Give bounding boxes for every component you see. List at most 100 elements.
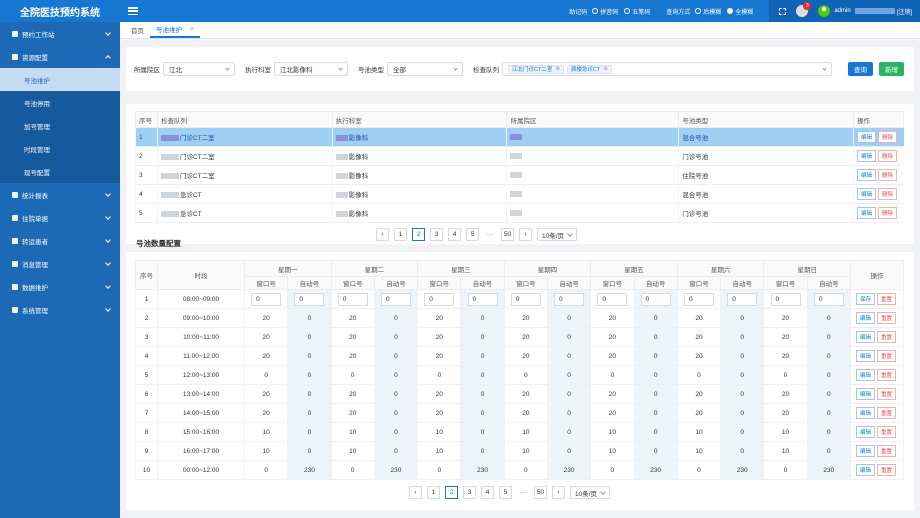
save-button[interactable]: 保存 — [855, 293, 875, 305]
window-count-input[interactable]: 0 — [597, 292, 628, 306]
page-button[interactable]: 4 — [448, 228, 461, 241]
pool-type-select[interactable]: 全部 — [387, 62, 463, 76]
edit-button[interactable]: 编辑 — [855, 407, 875, 419]
window-count-input[interactable]: 0 — [251, 292, 282, 306]
sidebar-item-7[interactable]: 数据维护 — [0, 275, 120, 298]
sidebar-subitem-3[interactable]: 加号管理 — [0, 114, 120, 137]
sidebar-item-2[interactable]: 资源配置 — [0, 45, 120, 68]
user-avatar-icon[interactable] — [818, 5, 831, 17]
window-count-input[interactable]: 0 — [424, 292, 455, 306]
memo-option-2[interactable]: 五笔码 — [624, 7, 650, 16]
queue-multiselect[interactable]: 江北门诊CT二室 ⊗ 颜楼急诊CT ⊗ — [502, 62, 832, 76]
sidebar-subitem-5[interactable]: 现号配置 — [0, 160, 120, 183]
tab-1[interactable]: 首页 — [125, 22, 150, 38]
queue-tag-2[interactable]: 颜楼急诊CT ⊗ — [566, 64, 612, 74]
sidebar-subitem-2[interactable]: 号池停用 — [0, 91, 120, 114]
reset-button[interactable]: 重置 — [877, 331, 897, 343]
page-button[interactable]: 5 — [466, 228, 479, 241]
edit-button[interactable]: 编辑 — [856, 169, 876, 181]
delete-button[interactable]: 删除 — [877, 188, 897, 200]
edit-button[interactable]: 编辑 — [856, 207, 876, 219]
page-button[interactable]: 2 — [445, 486, 458, 499]
reset-button[interactable]: 重置 — [877, 312, 897, 324]
sidebar-subitem-1[interactable]: 号池维护 — [0, 68, 120, 91]
edit-button[interactable]: 编辑 — [855, 369, 875, 381]
delete-button[interactable]: 删除 — [877, 169, 897, 181]
sidebar-item-8[interactable]: 系统管理 — [0, 298, 120, 321]
edit-button[interactable]: 编辑 — [855, 388, 875, 400]
table-row[interactable]: 1 门诊CT二室 影像科 混合号池 编辑 删除 — [135, 127, 904, 147]
district-select[interactable]: 江北 — [163, 62, 235, 76]
page-button[interactable]: 2 — [412, 228, 425, 241]
delete-button[interactable]: 删除 — [877, 150, 897, 162]
reset-button[interactable]: 重置 — [877, 407, 897, 419]
window-count-input[interactable]: 0 — [770, 292, 801, 306]
notification-bell-icon[interactable]: 3 — [796, 2, 812, 17]
reset-button[interactable]: 重置 — [877, 426, 897, 438]
auto-count-input[interactable]: 0 — [294, 292, 325, 306]
page-button[interactable]: 1 — [427, 486, 440, 499]
auto-count-input[interactable]: 0 — [380, 292, 411, 306]
page-button[interactable]: 3 — [430, 228, 443, 241]
sidebar-item-5[interactable]: 转运患者 — [0, 229, 120, 252]
page-button[interactable]: 4 — [481, 486, 494, 499]
sidebar-item-4[interactable]: 住院单据 — [0, 206, 120, 229]
auto-count-input[interactable]: 0 — [813, 292, 844, 306]
table-row[interactable]: 4 急诊CT 影像科 混合号池 编辑 删除 — [135, 184, 904, 204]
page-size-select[interactable]: 10条/页 — [570, 486, 611, 499]
prev-page-button[interactable]: ‹ — [376, 228, 389, 241]
edit-button[interactable]: 编辑 — [856, 188, 876, 200]
queue-tag-1[interactable]: 江北门诊CT二室 ⊗ — [508, 64, 564, 74]
page-button[interactable]: 50 — [501, 228, 514, 241]
sidebar-item-3[interactable]: 统计报表 — [0, 183, 120, 206]
edit-button[interactable]: 编辑 — [855, 464, 875, 476]
query-option-1[interactable]: 后模糊 — [695, 7, 721, 16]
delete-button[interactable]: 删除 — [877, 131, 897, 143]
dept-select[interactable]: 江北影像科 — [274, 62, 348, 76]
next-page-button[interactable]: › — [519, 228, 532, 241]
tag-close-icon[interactable]: ⊗ — [603, 66, 608, 72]
table-row[interactable]: 2 门诊CT二室 影像科 门诊号池 编辑 删除 — [135, 146, 904, 166]
reset-button[interactable]: 重置 — [877, 369, 897, 381]
edit-button[interactable]: 编辑 — [855, 426, 875, 438]
tag-close-icon[interactable]: ⊗ — [555, 66, 560, 72]
prev-page-button[interactable]: ‹ — [409, 486, 422, 499]
fullscreen-icon[interactable] — [779, 7, 787, 15]
edit-button[interactable]: 编辑 — [855, 312, 875, 324]
table-row[interactable]: 5 急诊CT 影像科 门诊号池 编辑 删除 — [135, 203, 904, 223]
page-button[interactable]: 1 — [394, 228, 407, 241]
sidebar-subitem-4[interactable]: 时段管理 — [0, 137, 120, 160]
window-count-input[interactable]: 0 — [510, 292, 541, 306]
page-button[interactable]: 50 — [534, 486, 547, 499]
search-button[interactable]: 查询 — [848, 62, 873, 76]
page-button[interactable]: 3 — [463, 486, 476, 499]
sidebar-item-1[interactable]: 预约工作站 — [0, 22, 120, 45]
edit-button[interactable]: 编辑 — [856, 131, 876, 143]
reset-button[interactable]: 重置 — [877, 388, 897, 400]
next-page-button[interactable]: › — [552, 486, 565, 499]
auto-count-input[interactable]: 0 — [554, 292, 585, 306]
reset-button[interactable]: 重置 — [877, 350, 897, 362]
window-count-input[interactable]: 0 — [683, 292, 714, 306]
logout-link[interactable]: [注销] — [897, 7, 912, 16]
table-row[interactable]: 3 门诊CT二室 影像科 住院号池 编辑 删除 — [135, 165, 904, 185]
reset-button[interactable]: 重置 — [877, 445, 897, 457]
page-button[interactable]: 5 — [499, 486, 512, 499]
close-icon[interactable]: × — [190, 26, 194, 33]
memo-option-1[interactable]: 拼音码 — [592, 7, 618, 16]
add-button[interactable]: 新增 — [879, 62, 904, 76]
delete-button[interactable]: 删除 — [877, 207, 897, 219]
edit-button[interactable]: 编辑 — [855, 350, 875, 362]
tab-2[interactable]: 号池维护 × — [150, 22, 201, 38]
auto-count-input[interactable]: 0 — [727, 292, 758, 306]
auto-count-input[interactable]: 0 — [640, 292, 671, 306]
sidebar-item-6[interactable]: 消息管理 — [0, 252, 120, 275]
reset-button[interactable]: 重置 — [877, 464, 897, 476]
window-count-input[interactable]: 0 — [337, 292, 368, 306]
auto-count-input[interactable]: 0 — [467, 292, 498, 306]
edit-button[interactable]: 编辑 — [855, 445, 875, 457]
page-size-select[interactable]: 10条/页 — [537, 228, 578, 241]
reset-button[interactable]: 重置 — [877, 293, 897, 305]
edit-button[interactable]: 编辑 — [855, 331, 875, 343]
query-option-2[interactable]: 全模糊 — [727, 7, 753, 16]
